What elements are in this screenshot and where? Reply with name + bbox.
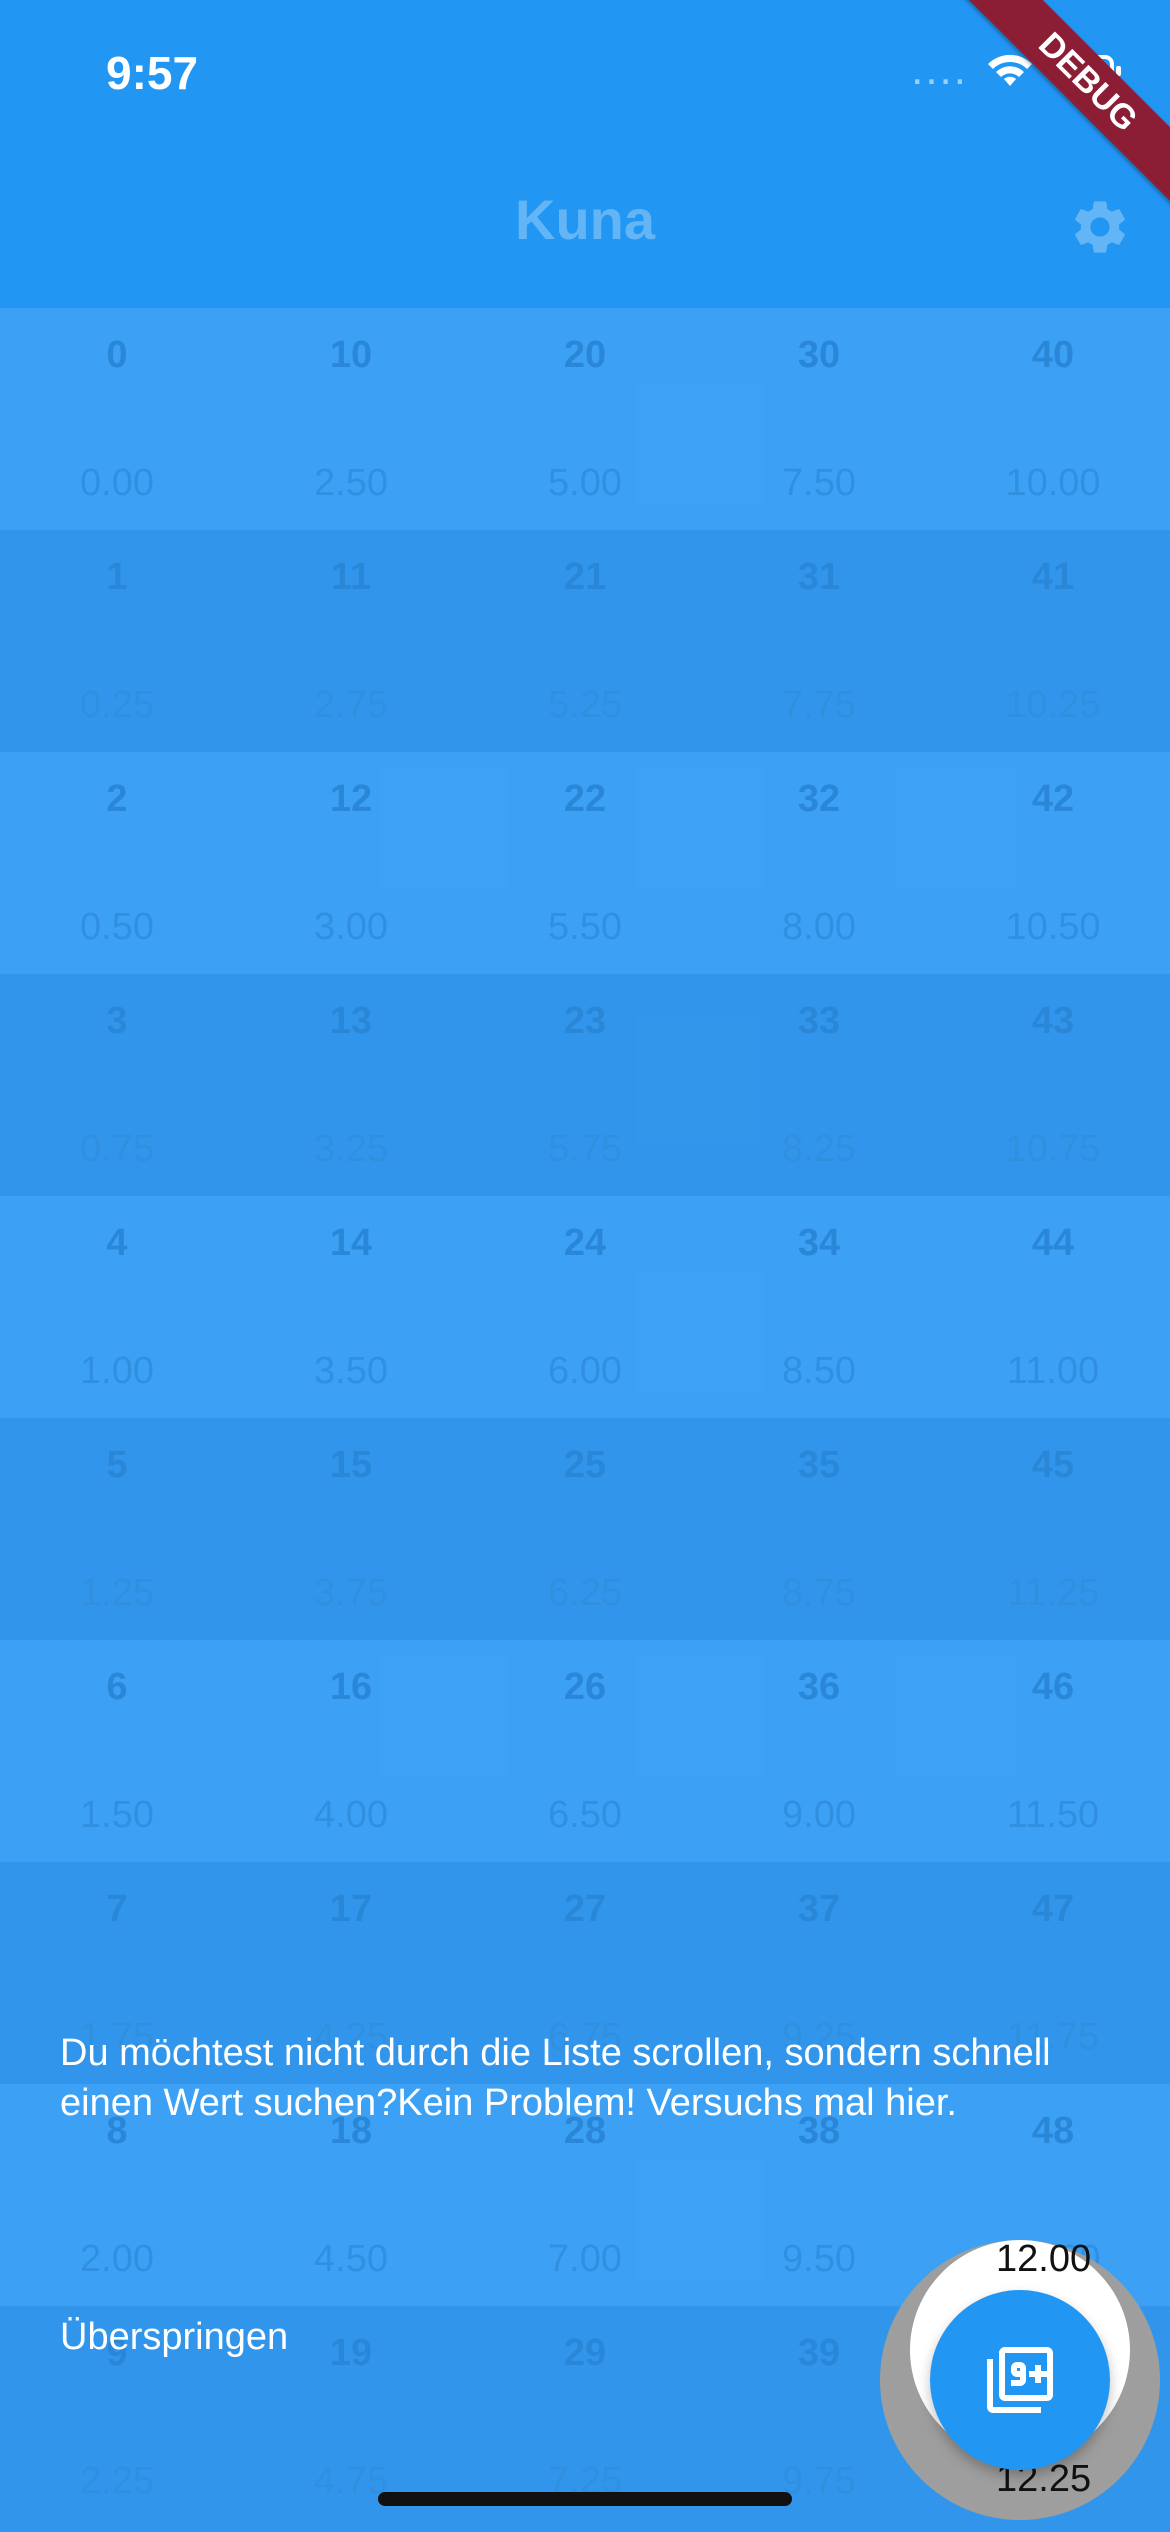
search-value-fab[interactable] (930, 2290, 1110, 2470)
tutorial-overlay (0, 308, 1170, 2532)
skip-button[interactable]: Überspringen (60, 2316, 288, 2359)
filter-9-plus-icon (987, 2347, 1053, 2413)
tutorial-message: Du möchtest nicht durch die Liste scroll… (60, 2032, 1051, 2124)
status-time: 9:57 (106, 47, 199, 99)
cellular-signal-icon: .... (911, 45, 968, 94)
spotlight-value-top: 12.00 (996, 2238, 1092, 2280)
app-title: Kuna (515, 188, 655, 251)
gear-icon[interactable] (1068, 195, 1132, 259)
home-indicator (378, 2492, 792, 2506)
app-bar: Kuna (0, 145, 1170, 308)
